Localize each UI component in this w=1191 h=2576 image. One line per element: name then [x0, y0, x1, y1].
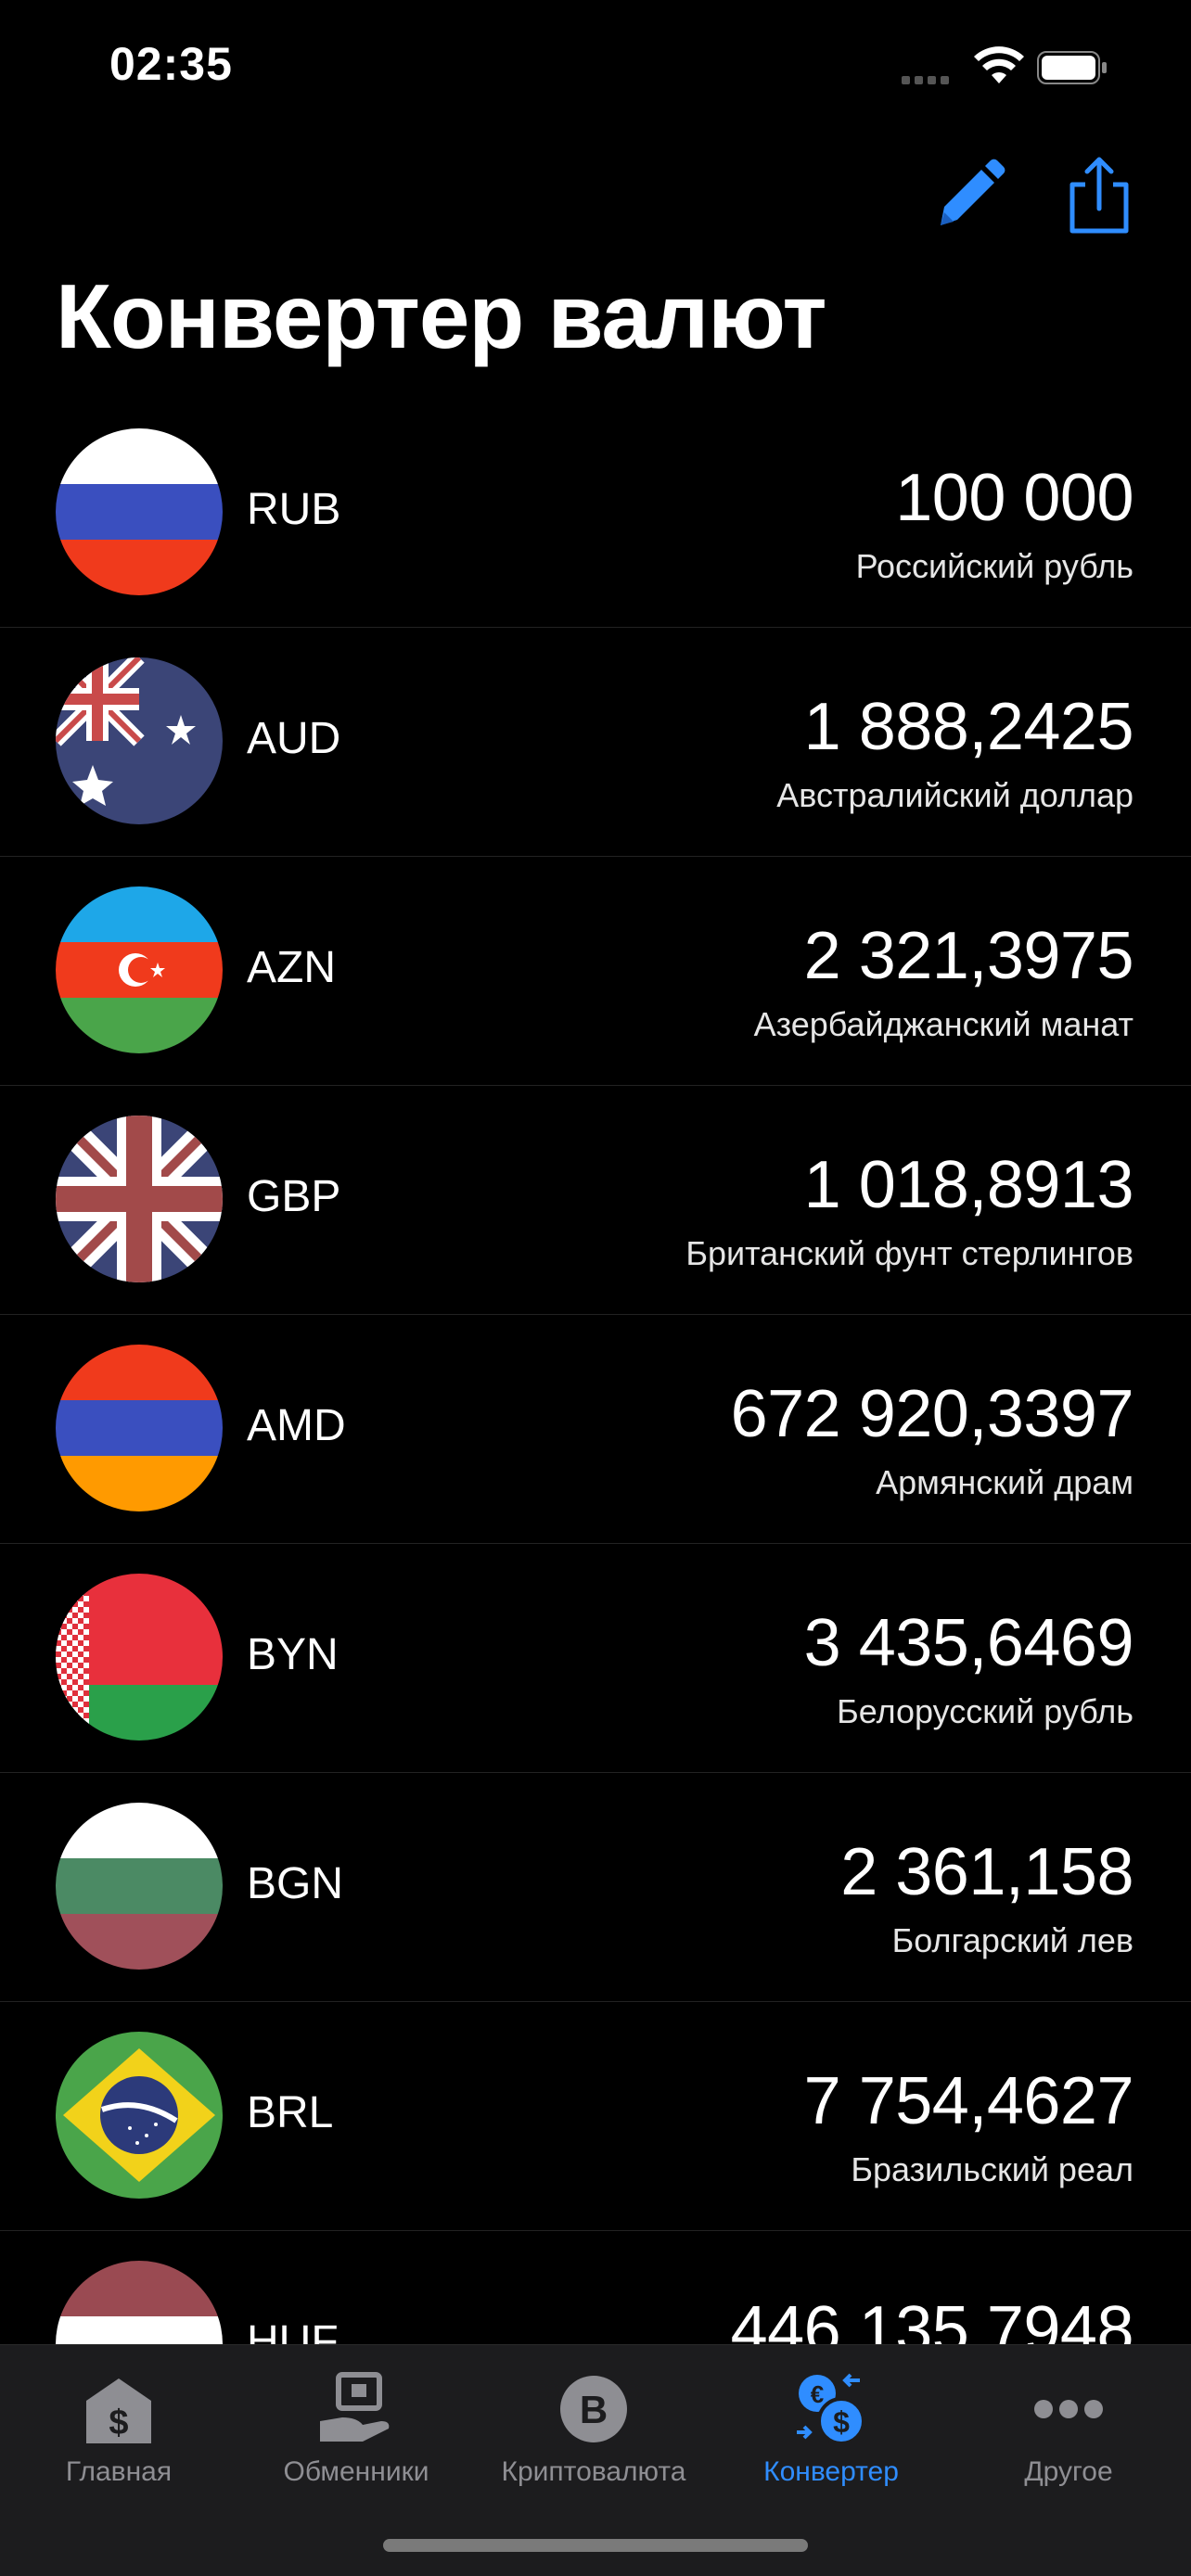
edit-pencil-icon[interactable]	[928, 153, 1011, 236]
battery-icon	[1037, 51, 1107, 84]
tab-converter[interactable]: € $ Конвертер	[712, 2354, 950, 2493]
currency-amount[interactable]: 3 435,6469	[804, 1605, 1134, 1681]
currency-code: BRL	[247, 2088, 334, 2137]
currency-amount[interactable]: 100 000	[895, 460, 1133, 536]
brazil-flag-icon	[56, 2032, 223, 2199]
currency-row-rub[interactable]: RUB 100 000 Российский рубль	[0, 399, 1191, 628]
currency-row-azn[interactable]: AZN 2 321,3975 Азербайджанский манат	[0, 857, 1191, 1086]
tab-home[interactable]: $ Главная	[0, 2354, 237, 2493]
currency-amount[interactable]: 7 754,4627	[804, 2063, 1134, 2139]
currency-name: Российский рубль	[855, 547, 1133, 585]
tab-more[interactable]: Другое	[950, 2354, 1187, 2493]
svg-text:€: €	[811, 2380, 824, 2408]
currency-name: Азербайджанский манат	[753, 1005, 1133, 1043]
currency-amount[interactable]: 2 361,158	[840, 1834, 1133, 1910]
currency-convert-icon: € $	[797, 2373, 865, 2445]
more-dots-icon	[1034, 2400, 1103, 2418]
share-icon[interactable]	[1057, 153, 1141, 236]
currency-row-gbp[interactable]: GBP 1 018,8913 Британский фунт стерлинго…	[0, 1086, 1191, 1315]
bitcoin-icon: B	[560, 2376, 627, 2442]
currency-code: AMD	[247, 1401, 346, 1450]
tab-label: Конвертер	[763, 2456, 899, 2487]
tab-label: Главная	[65, 2456, 173, 2487]
currency-name: Армянский драм	[876, 1463, 1133, 1501]
page-title: Конвертер валют	[56, 265, 826, 367]
currency-name: Болгарский лев	[891, 1921, 1133, 1959]
currency-code: BGN	[247, 1859, 344, 1908]
russia-flag-icon	[56, 428, 223, 595]
status-time: 02:35	[109, 38, 233, 90]
svg-text:$: $	[109, 2404, 128, 2442]
currency-name: Австралийский доллар	[776, 776, 1133, 814]
tab-label: Другое	[1024, 2456, 1113, 2487]
currency-amount[interactable]: 672 920,3397	[731, 1376, 1134, 1452]
armenia-flag-icon	[56, 1345, 223, 1511]
currency-row-aud[interactable]: AUD 1 888,2425 Австралийский доллар	[0, 628, 1191, 857]
uk-flag-icon	[56, 1116, 223, 1282]
currency-name: Британский фунт стерлингов	[685, 1234, 1133, 1272]
belarus-flag-icon	[56, 1574, 223, 1741]
tab-crypto[interactable]: B Криптовалюта	[475, 2354, 712, 2493]
australia-flag-icon	[56, 657, 223, 824]
tab-label: Криптовалюта	[501, 2456, 686, 2487]
currency-code: BYN	[247, 1630, 339, 1679]
currency-amount[interactable]: 2 321,3975	[804, 918, 1134, 994]
currency-row-bgn[interactable]: BGN 2 361,158 Болгарский лев	[0, 1773, 1191, 2002]
currency-code: AZN	[247, 943, 336, 992]
screen: 02:35 Конвертер валют RUB 100 000 Россий…	[0, 0, 1191, 2576]
cellular-signal-icon	[902, 72, 954, 89]
currency-code: AUD	[247, 714, 341, 763]
currency-amount[interactable]: 1 888,2425	[804, 689, 1134, 765]
currency-row-brl[interactable]: BRL 7 754,4627 Бразильский реал	[0, 2002, 1191, 2231]
currency-list[interactable]: RUB 100 000 Российский рубль AUD 1 888,2…	[0, 399, 1191, 2460]
tab-exchangers[interactable]: Обменники	[237, 2354, 475, 2493]
home-indicator[interactable]	[383, 2539, 808, 2552]
currency-name: Бразильский реал	[851, 2150, 1133, 2188]
bulgaria-flag-icon	[56, 1803, 223, 1970]
currency-row-byn[interactable]: BYN 3 435,6469 Белорусский рубль	[0, 1544, 1191, 1773]
tab-label: Обменники	[283, 2456, 429, 2487]
currency-code: GBP	[247, 1172, 341, 1221]
currency-code: RUB	[247, 485, 341, 534]
currency-row-amd[interactable]: AMD 672 920,3397 Армянский драм	[0, 1315, 1191, 1544]
wifi-icon	[974, 46, 1024, 83]
currency-amount[interactable]: 1 018,8913	[804, 1147, 1134, 1223]
bank-dollar-icon: $	[86, 2378, 151, 2443]
status-bar: 02:35	[0, 0, 1191, 139]
azerbaijan-flag-icon	[56, 886, 223, 1053]
currency-name: Белорусский рубль	[837, 1692, 1133, 1730]
exchange-hand-icon	[320, 2372, 390, 2442]
svg-text:B: B	[580, 2388, 608, 2431]
svg-text:$: $	[833, 2405, 850, 2439]
